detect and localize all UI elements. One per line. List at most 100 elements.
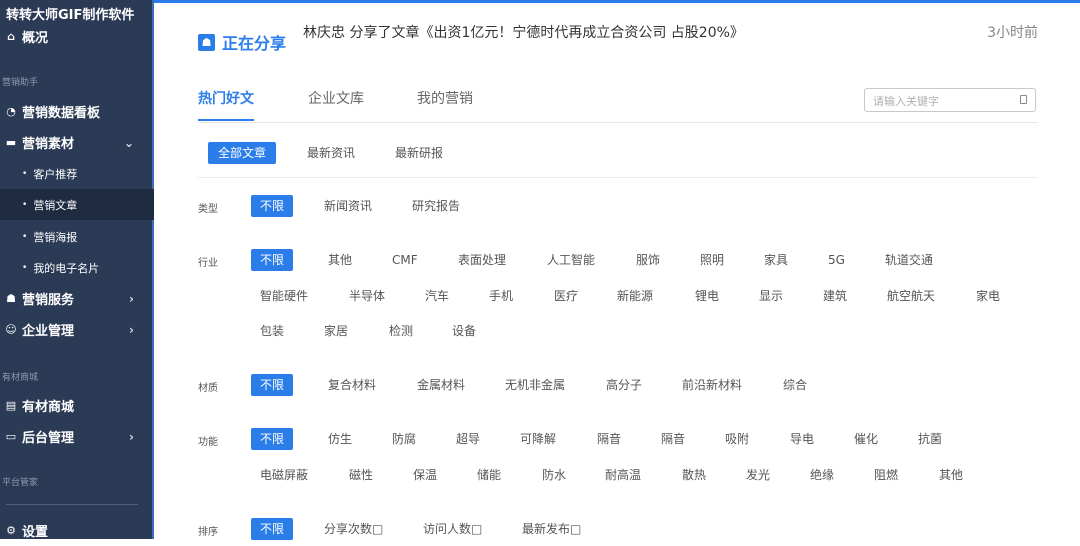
filter-option[interactable]: 电磁屏蔽 xyxy=(251,464,317,486)
sidebar-item-settings[interactable]: ⚙ 设置 xyxy=(0,515,154,546)
filter-option[interactable]: 不限 xyxy=(251,249,294,271)
bullet-icon: • xyxy=(22,199,28,210)
filter-option[interactable]: 隔音 xyxy=(588,428,630,450)
sidebar-item-label: 营销数据看板 xyxy=(22,106,101,121)
sidebar-item-label: 有材商城 xyxy=(22,400,75,415)
sort-option-share-count[interactable]: 分享次数□ xyxy=(315,518,392,540)
sidebar-subitem-business-card[interactable]: • 我的电子名片 xyxy=(0,252,154,283)
filter-option[interactable]: 5G xyxy=(819,249,854,271)
sidebar-item-enterprise[interactable]: ☺ 企业管理 › xyxy=(0,314,154,345)
filter-option[interactable]: 人工智能 xyxy=(538,249,604,271)
filter-option[interactable]: 防腐 xyxy=(383,428,425,450)
sidebar-item-mall[interactable]: ▤ 有材商城 xyxy=(0,390,154,421)
filter-option[interactable]: 吸附 xyxy=(716,428,758,450)
subtab-all-articles[interactable]: 全部文章 xyxy=(208,142,277,164)
tab-my-marketing[interactable]: 我的营销 xyxy=(417,88,473,108)
filter-label-type: 类型 xyxy=(198,204,218,215)
sidebar-item-materials[interactable]: ▬ 营销素材 ⌄ xyxy=(0,127,154,158)
filter-option[interactable]: 研究报告 xyxy=(403,195,469,217)
search-icon[interactable] xyxy=(1020,95,1027,104)
sidebar-item-label: 设置 xyxy=(22,525,49,540)
tab-hot-articles[interactable]: 热门好文 xyxy=(198,88,254,108)
filter-option[interactable]: 耐高温 xyxy=(596,464,650,486)
filter-option[interactable]: 其他 xyxy=(319,249,361,271)
subtab-latest-research[interactable]: 最新研报 xyxy=(385,142,453,164)
filter-option[interactable]: 磁性 xyxy=(340,464,382,486)
filter-option[interactable]: 轨道交通 xyxy=(876,249,942,271)
filter-option[interactable]: 高分子 xyxy=(597,374,651,396)
filter-option[interactable]: 复合材料 xyxy=(319,374,385,396)
share-activity-text[interactable]: 林庆忠 分享了文章《出资1亿元！宁德时代再成立合资公司 占股20%》 xyxy=(303,22,744,42)
sidebar-item-label: 营销素材 xyxy=(22,137,75,152)
active-tab-underline xyxy=(198,119,254,121)
filter-option[interactable]: 无机非金属 xyxy=(496,374,574,396)
filter-option[interactable]: 家电 xyxy=(967,285,1009,307)
sidebar-subitem-label: 营销海报 xyxy=(33,230,78,244)
filter-option[interactable]: 建筑 xyxy=(814,285,856,307)
sidebar-item-services[interactable]: ☗ 营销服务 › xyxy=(0,283,154,314)
filter-option[interactable]: 超导 xyxy=(447,428,489,450)
sidebar-item-backend[interactable]: ▭ 后台管理 › xyxy=(0,421,154,452)
filter-option[interactable]: 发光 xyxy=(737,464,779,486)
sidebar-group-marketing: 营销助手 xyxy=(2,78,39,88)
subtab-latest-news[interactable]: 最新资讯 xyxy=(297,142,365,164)
filter-option[interactable]: CMF xyxy=(383,249,427,271)
filter-option[interactable]: 新闻资讯 xyxy=(315,195,381,217)
sidebar-item-data-board[interactable]: ◔ 营销数据看板 xyxy=(0,96,154,127)
filter-option[interactable]: 防水 xyxy=(533,464,575,486)
filter-label-material: 材质 xyxy=(198,383,218,394)
filter-option[interactable]: 仿生 xyxy=(319,428,361,450)
sort-option-latest[interactable]: 最新发布□ xyxy=(513,518,590,540)
filter-option[interactable]: 隔音 xyxy=(652,428,694,450)
filter-option[interactable]: 其他 xyxy=(930,464,972,486)
filter-option[interactable]: 设备 xyxy=(443,320,485,342)
sort-option-visitors[interactable]: 访问人数□ xyxy=(414,518,491,540)
filter-option[interactable]: 抗菌 xyxy=(909,428,951,450)
store-icon: ▤ xyxy=(5,399,17,412)
sidebar: 转转大师GIF制作软件 ⌂ 概况 营销助手 ◔ 营销数据看板 ▬ 营销素材 ⌄ … xyxy=(0,0,154,540)
filter-option[interactable]: 新能源 xyxy=(608,285,662,307)
sidebar-group-platform: 平台管家 xyxy=(2,478,39,488)
filter-option[interactable]: 可降解 xyxy=(511,428,565,450)
filter-option[interactable]: 照明 xyxy=(691,249,733,271)
filter-option[interactable]: 前沿新材料 xyxy=(673,374,751,396)
filter-option[interactable]: 服饰 xyxy=(627,249,669,271)
filter-option[interactable]: 表面处理 xyxy=(449,249,515,271)
main-content: ☗ 正在分享 林庆忠 分享了文章《出资1亿元！宁德时代再成立合资公司 占股20%… xyxy=(155,0,1080,540)
search-input[interactable]: 请输入关键字 xyxy=(864,88,1036,112)
sidebar-subitem-marketing-articles[interactable]: • 营销文章 xyxy=(0,189,154,220)
filter-option[interactable]: 综合 xyxy=(774,374,816,396)
filter-option[interactable]: 包装 xyxy=(251,320,293,342)
sort-option[interactable]: 不限 xyxy=(251,518,294,540)
filter-option[interactable]: 航空航天 xyxy=(878,285,944,307)
filter-option[interactable]: 家具 xyxy=(755,249,797,271)
filter-option[interactable]: 不限 xyxy=(251,195,294,217)
filter-option[interactable]: 锂电 xyxy=(686,285,728,307)
filter-option[interactable]: 导电 xyxy=(781,428,823,450)
filter-option[interactable]: 储能 xyxy=(468,464,510,486)
filter-option[interactable]: 不限 xyxy=(251,428,294,450)
filter-option[interactable]: 医疗 xyxy=(545,285,587,307)
sidebar-item-overview[interactable]: ⌂ 概况 xyxy=(0,21,154,52)
filter-option[interactable]: 智能硬件 xyxy=(251,285,317,307)
filter-label-sort: 排序 xyxy=(198,527,218,538)
filter-option[interactable]: 家居 xyxy=(315,320,357,342)
sharing-indicator: ☗ 正在分享 xyxy=(198,30,286,54)
sidebar-subitem-marketing-posters[interactable]: • 营销海报 xyxy=(0,221,154,252)
filter-option[interactable]: 催化 xyxy=(845,428,887,450)
filter-option[interactable]: 散热 xyxy=(673,464,715,486)
filter-option[interactable]: 金属材料 xyxy=(408,374,474,396)
filter-option[interactable]: 手机 xyxy=(480,285,522,307)
filter-option[interactable]: 检测 xyxy=(380,320,422,342)
filter-option[interactable]: 半导体 xyxy=(340,285,394,307)
sidebar-subitem-customer-recommend[interactable]: • 客户推荐 xyxy=(0,158,154,189)
sidebar-group-mall: 有材商城 xyxy=(2,373,39,383)
tab-enterprise-library[interactable]: 企业文库 xyxy=(308,88,364,108)
filter-option[interactable]: 显示 xyxy=(750,285,792,307)
filter-option[interactable]: 保温 xyxy=(404,464,446,486)
filter-option[interactable]: 汽车 xyxy=(416,285,458,307)
filter-option[interactable]: 阻燃 xyxy=(865,464,907,486)
sharing-label: 正在分享 xyxy=(222,34,287,53)
filter-option[interactable]: 不限 xyxy=(251,374,294,396)
filter-option[interactable]: 绝缘 xyxy=(801,464,843,486)
